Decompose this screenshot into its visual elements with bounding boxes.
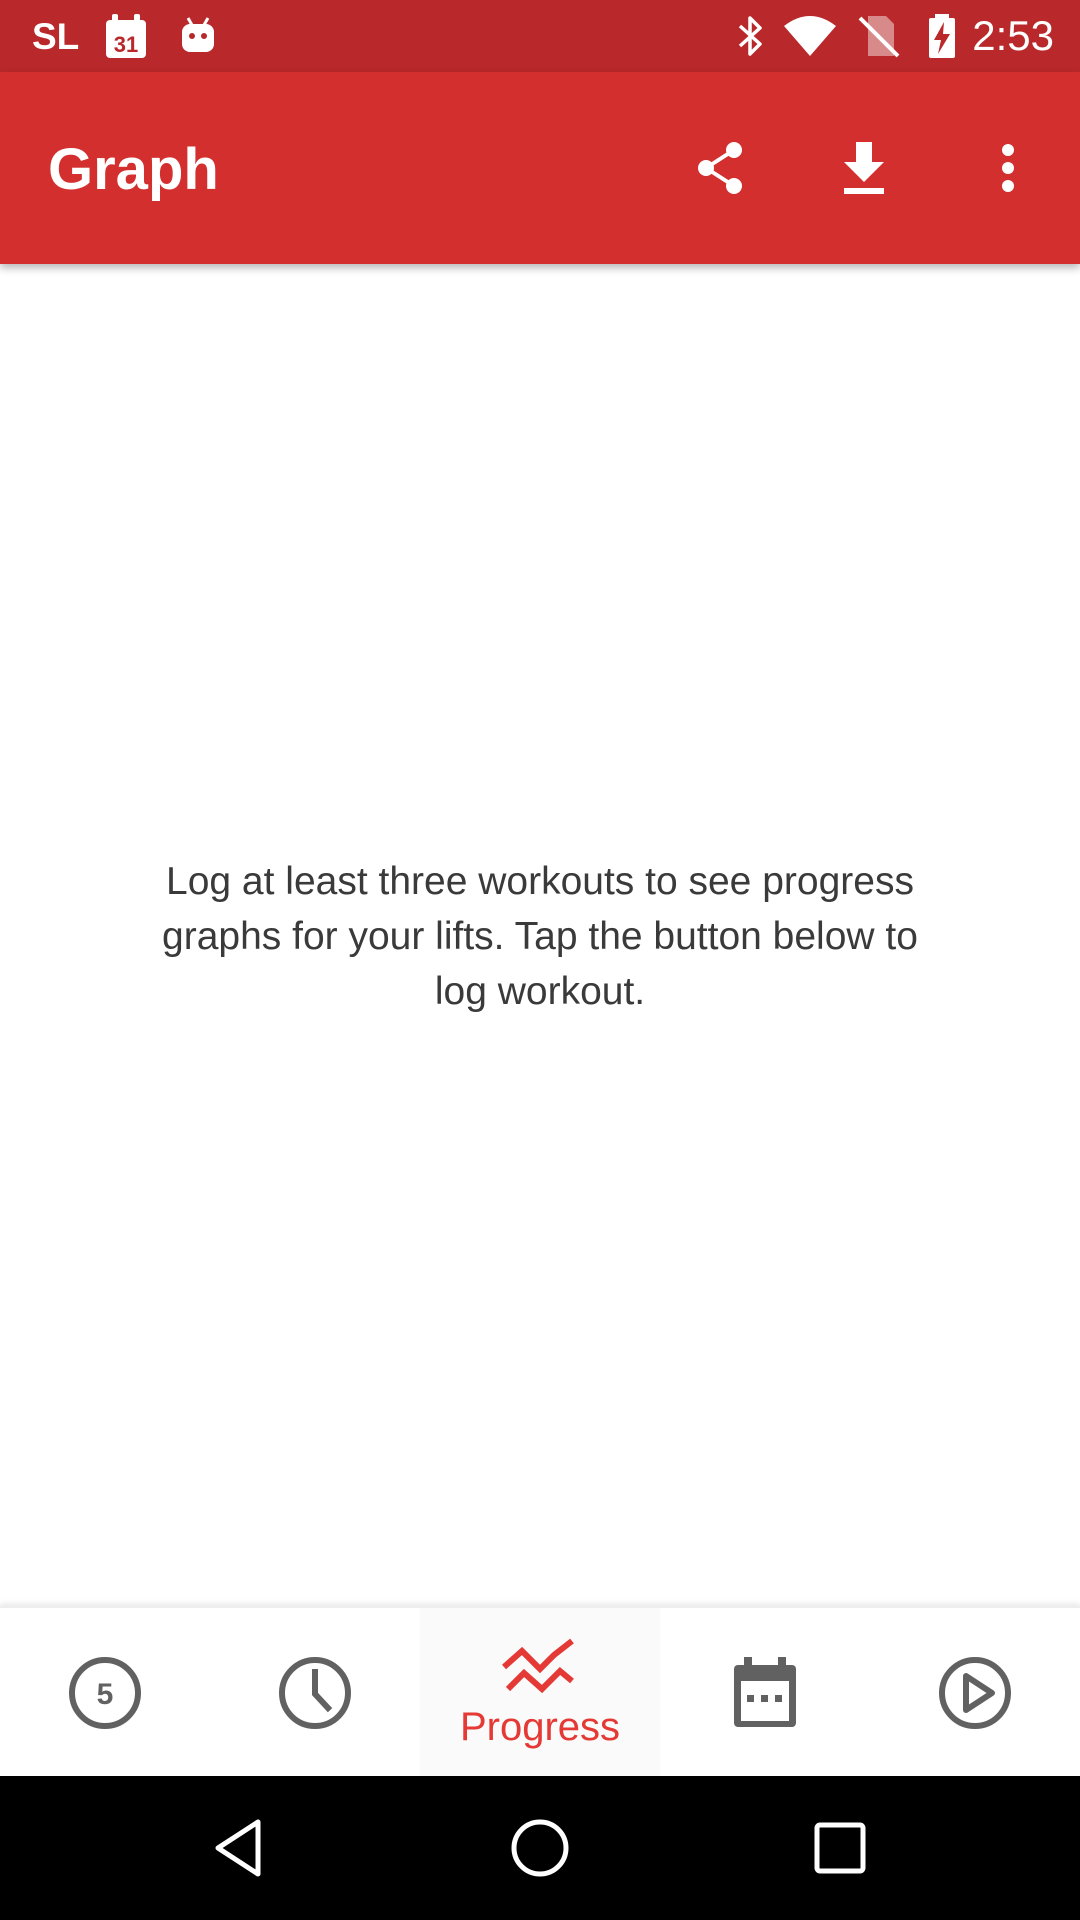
more-vert-icon [1002,144,1014,192]
home-button[interactable] [500,1808,580,1888]
recents-square-icon [814,1822,866,1874]
status-carrier: SL [32,16,80,57]
nav-item-start[interactable] [870,1608,1080,1778]
back-triangle-icon [215,1819,261,1877]
nav-label-progress: Progress [459,1705,621,1749]
share-button[interactable] [680,128,760,208]
back-button[interactable] [200,1808,280,1888]
home-circle-icon [511,1819,569,1877]
page-title: Graph [48,137,219,202]
system-navigation-bar [0,1776,1080,1920]
graph-content: Log at least three workouts to see progr… [0,264,1080,1606]
nav-item-history[interactable] [210,1608,420,1778]
more-options-button[interactable] [968,128,1048,208]
empty-state-message: Log at least three workouts to see progr… [162,860,918,1013]
nav-item-calendar[interactable] [660,1608,870,1778]
play-circle-icon [939,1657,1011,1729]
download-button[interactable] [824,128,904,208]
progress-chart-icon [502,1638,574,1694]
five-circle-icon: 5 [69,1657,141,1729]
wifi-icon [782,12,838,60]
battery-charging-icon [918,12,966,60]
recents-button[interactable] [800,1808,880,1888]
nav-item-workout[interactable]: 5 [0,1608,210,1778]
status-time: 2:53 [972,12,1054,59]
screen: SL 31 2:53 Graph Log at least three work… [0,0,1080,1920]
clock-icon [279,1657,351,1729]
no-sim-icon [854,12,902,60]
nav-item-progress[interactable]: Progress [420,1608,660,1778]
calendar-icon: 31 [102,12,150,60]
app-bar: Graph [0,72,1080,264]
calendar-icon [734,1657,796,1727]
bottom-navigation: 5 Progress [0,1606,1080,1778]
share-icon [698,142,742,194]
download-icon [844,142,884,194]
android-icon [174,12,222,60]
status-bar: SL 31 2:53 [0,0,1080,72]
five-icon-text: 5 [97,1678,114,1711]
bluetooth-icon [726,12,774,60]
calendar-day-text: 31 [114,32,138,57]
